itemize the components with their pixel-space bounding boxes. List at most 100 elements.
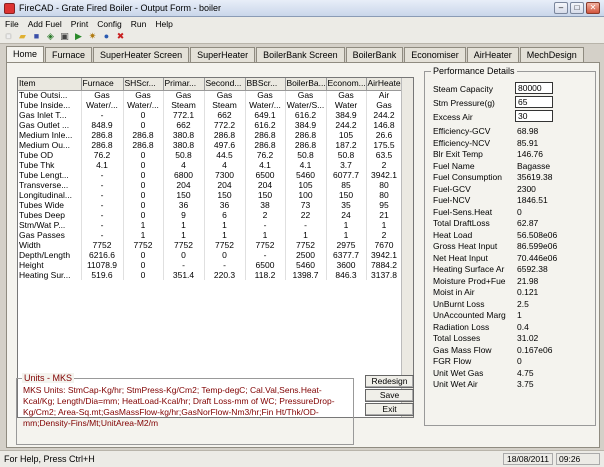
exit-button[interactable]: Exit [365, 403, 414, 416]
table-row[interactable]: Longitudinal... -0 150 150 150 100 150 80 [18, 190, 403, 200]
grid-header-cell[interactable]: Primar... [163, 78, 205, 91]
perf-value: 21.98 [517, 275, 539, 286]
table-cell: 351.4 [163, 270, 205, 280]
table-row[interactable]: Height 11078.9 0- -6500 5460 3600 7884.2 [18, 260, 403, 270]
menu-config[interactable]: Config [97, 19, 122, 29]
menu-help[interactable]: Help [155, 19, 172, 29]
table-cell: 286.8 [285, 130, 327, 140]
tab-home[interactable]: Home [6, 46, 45, 63]
table-row[interactable]: Tube Outsi... Gas Gas Gas Gas Gas Gas Gas Air [18, 90, 403, 100]
table-cell: - [163, 260, 205, 270]
table-cell: 0 [123, 210, 164, 220]
redesign-button[interactable]: Redesign [365, 375, 414, 388]
info-icon[interactable]: ● [101, 31, 112, 42]
table-cell: - [285, 220, 327, 230]
perf-input-field[interactable]: 65 [515, 96, 553, 108]
save-button[interactable]: Save [365, 389, 414, 402]
menu-add-fuel[interactable]: Add Fuel [28, 19, 62, 29]
perf-label: FGR Flow [433, 356, 472, 366]
table-cell: 6 [204, 210, 246, 220]
table-row[interactable]: Tubes Deep -0 9 6 2 22 24 21 [18, 210, 403, 220]
table-row[interactable]: Stm/Wat P... -1 1 1- -1 1 [18, 220, 403, 230]
table-cell: 2500 [285, 250, 327, 260]
results-grid[interactable]: Item Furnace SHScr... Primar... Second... BBS… [17, 77, 414, 418]
grid-header-cell[interactable]: Furnace [81, 78, 124, 91]
table-cell: 5460 [285, 170, 327, 180]
table-row[interactable]: Tube Thk 4.1 0 4 4 4.1 4.1 3.7 2 [18, 160, 403, 170]
table-row[interactable]: Tubes Wide -0 36 36 38 73 35 95 [18, 200, 403, 210]
table-cell: Water/... [81, 100, 124, 110]
table-cell: 662 [163, 120, 205, 130]
table-cell: 80 [366, 180, 403, 190]
tab-mechdesign[interactable]: MechDesign [519, 47, 584, 63]
close-icon[interactable]: ✕ [586, 2, 600, 14]
perf-value: 6592.38 [517, 264, 548, 274]
tab-boilerbank[interactable]: BoilerBank [345, 47, 404, 63]
table-row[interactable]: Medium Inle... 286.8 286.8 380.8 286.8 286.8 2… [18, 130, 403, 140]
maximize-icon[interactable]: □ [570, 2, 584, 14]
grid-scrollbar[interactable] [401, 78, 413, 417]
grid-header-cell[interactable]: AirHeater [366, 78, 403, 91]
tab-economiser[interactable]: Economiser [404, 47, 466, 63]
table-row[interactable]: Width 7752 7752 7752 7752 7752 7752 2975 7670 [18, 240, 403, 250]
new-icon[interactable]: ■ [3, 31, 14, 42]
tab-superheater-screen[interactable]: SuperHeater Screen [93, 47, 190, 63]
row-label-cell: Height [18, 260, 82, 270]
stop-icon[interactable]: ✖ [115, 31, 126, 42]
table-cell: 0 [123, 190, 164, 200]
menu-print[interactable]: Print [71, 19, 88, 29]
tab-boilerbank-screen[interactable]: BoilerBank Screen [256, 47, 345, 63]
save-icon[interactable]: ■ [31, 31, 42, 42]
table-cell: Water [326, 100, 367, 110]
table-cell: 5460 [285, 260, 327, 270]
table-row[interactable]: Gas Outlet ... 848.9 0 662 772.2 616.2 384.9 24… [18, 120, 403, 130]
table-row[interactable]: Tube Lengt... -0 6800 7300 6500 5460 6077.7 394… [18, 170, 403, 180]
table-row[interactable]: Heating Sur... 519.6 0 351.4 220.3 118.2 1398.… [18, 270, 403, 280]
table-cell: 95 [366, 200, 403, 210]
menu-file[interactable]: File [5, 19, 19, 29]
grid-header-cell[interactable]: Econom... [326, 78, 367, 91]
table-row[interactable]: Transverse... -0 204 204 204 105 85 80 [18, 180, 403, 190]
table-cell: Gas [123, 90, 164, 100]
table-row[interactable]: Gas Inlet T... -0 772.1 662 649.1 616.2 384.9 2… [18, 110, 403, 120]
table-cell: 6377.7 [326, 250, 367, 260]
grid-header-cell[interactable]: BoilerBa... [285, 78, 327, 91]
tab-airheater[interactable]: AirHeater [466, 47, 519, 63]
table-row[interactable]: Tube Inside... Water/... Water/... Steam Ste… [18, 100, 403, 110]
perf-input-field[interactable]: 80000 [515, 82, 553, 94]
row-label-cell: Tube Inside... [18, 100, 82, 110]
table-cell: 150 [163, 190, 205, 200]
row-label-cell: Tubes Deep [18, 210, 82, 220]
table-cell: 105 [285, 180, 327, 190]
perf-value: 0.121 [517, 287, 539, 297]
grid-header-cell[interactable]: Second... [204, 78, 246, 91]
perf-input-field[interactable]: 30 [515, 110, 553, 122]
table-row[interactable]: Gas Passes -1 1 1 1 1 1 2 [18, 230, 403, 240]
grid-header-cell[interactable]: Item [18, 78, 82, 91]
open-folder-icon[interactable]: ▰ [17, 31, 28, 42]
table-row[interactable]: Tube OD 76.2 0 50.8 44.5 76.2 50.8 50.8 63.5 [18, 150, 403, 160]
table-cell: 3942.1 [366, 250, 403, 260]
minimize-icon[interactable]: – [554, 2, 568, 14]
menu-run[interactable]: Run [131, 19, 147, 29]
table-cell: 3137.8 [366, 270, 403, 280]
tab-superheater[interactable]: SuperHeater [190, 47, 256, 63]
table-cell: 7752 [81, 240, 124, 250]
perf-label: Efficiency-NCV [433, 137, 490, 148]
grid-header-cell[interactable]: SHScr... [123, 78, 164, 91]
table-cell: 35 [326, 200, 367, 210]
grid-header-cell[interactable]: BBScr... [245, 78, 286, 91]
tab-furnace[interactable]: Furnace [45, 47, 93, 63]
table-row[interactable]: Medium Ou... 286.8 286.8 380.8 497.6 286.8 286… [18, 140, 403, 150]
table-cell: - [81, 180, 124, 190]
toolbar: ■ ▰ ■ ◈ ▣ ▶ ✷ ● ✖ [0, 30, 604, 44]
table-row[interactable]: Depth/Length 6216.6 0 0 0-2500 6377.7 3942.1 [18, 250, 403, 260]
row-label-cell: Stm/Wat P... [18, 220, 82, 230]
refresh-icon[interactable]: ◈ [45, 31, 56, 42]
run-icon[interactable]: ▶ [73, 31, 84, 42]
table-cell: 150 [245, 190, 286, 200]
perf-value: 2.5 [517, 298, 529, 309]
table-cell: 7752 [285, 240, 327, 250]
settings-icon[interactable]: ✷ [87, 31, 98, 42]
print-icon[interactable]: ▣ [59, 31, 70, 42]
